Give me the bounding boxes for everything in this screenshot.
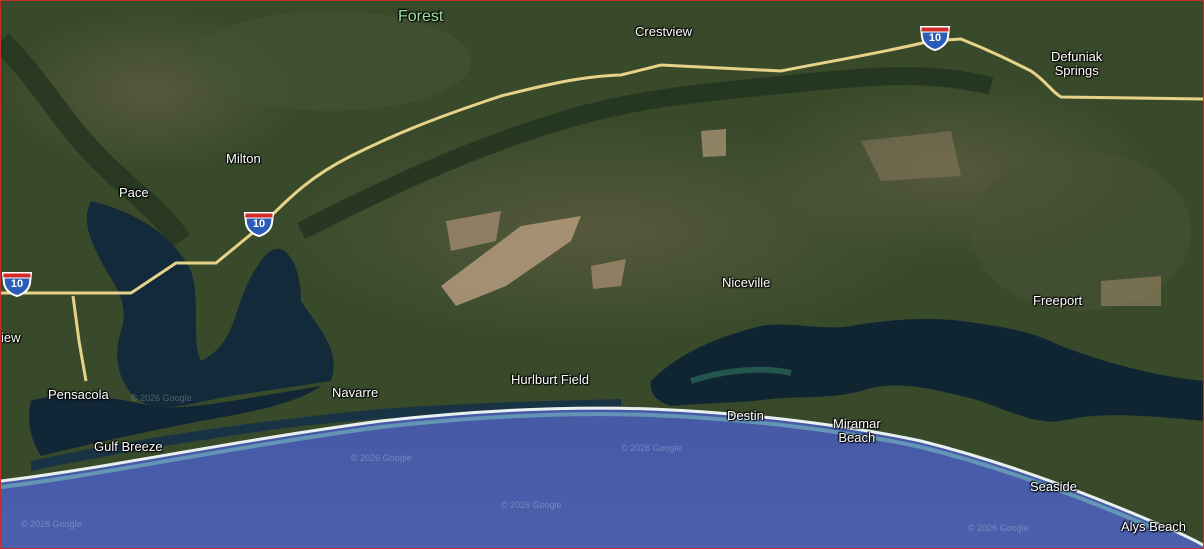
watermark: © 2026 Google — [621, 443, 682, 453]
watermark: © 2026 Google — [131, 393, 192, 403]
map-imagery — [1, 1, 1203, 548]
shield-number: 10 — [252, 218, 266, 230]
label-pensacola[interactable]: Pensacola — [48, 388, 109, 402]
shield-number: 10 — [928, 32, 942, 44]
label-navarre[interactable]: Navarre — [332, 386, 378, 400]
watermark: © 2026 Google — [501, 500, 562, 510]
label-crestview[interactable]: Crestview — [635, 25, 692, 39]
label-milton[interactable]: Milton — [226, 152, 261, 166]
label-seaside[interactable]: Seaside — [1030, 480, 1077, 494]
label-miramar-beach[interactable]: Miramar Beach — [833, 417, 881, 445]
watermark: © 2026 Google — [968, 523, 1029, 533]
interstate-shield-icon: 10 — [919, 21, 951, 52]
label-pace[interactable]: Pace — [119, 186, 149, 200]
label-view[interactable]: iew — [1, 331, 21, 345]
label-destin[interactable]: Destin — [727, 409, 764, 423]
label-defuniak-springs[interactable]: Defuniak Springs — [1051, 50, 1102, 78]
label-hurlburt-field[interactable]: Hurlburt Field — [511, 373, 589, 387]
watermark: © 2026 Google — [21, 519, 82, 529]
interstate-shield-icon: 10 — [1, 267, 33, 298]
label-line: Springs — [1054, 63, 1099, 78]
clearing — [701, 129, 726, 157]
clearing — [1101, 276, 1161, 306]
shield-number: 10 — [10, 278, 24, 290]
label-freeport[interactable]: Freeport — [1033, 294, 1082, 308]
label-line: Miramar — [833, 416, 881, 431]
label-line: Defuniak — [1051, 49, 1103, 64]
label-line: Beach — [838, 430, 876, 445]
label-alys-beach[interactable]: Alys Beach — [1121, 520, 1186, 534]
label-niceville[interactable]: Niceville — [722, 276, 770, 290]
satellite-map[interactable]: 10 10 10 Forest Crestview Defuniak Sprin… — [0, 0, 1204, 549]
watermark: © 2026 Google — [351, 453, 412, 463]
interstate-shield-icon: 10 — [243, 207, 275, 238]
label-forest[interactable]: Forest — [398, 9, 443, 25]
label-gulf-breeze[interactable]: Gulf Breeze — [94, 440, 163, 454]
